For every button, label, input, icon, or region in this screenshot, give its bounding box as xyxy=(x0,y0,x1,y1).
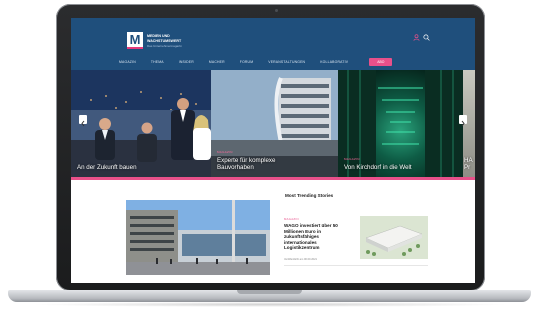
search-icon[interactable] xyxy=(423,34,430,41)
main-navigation: MAGAZIN THEMA INSIDER MACHER FORUM VERAN… xyxy=(119,57,393,67)
story-meta: Veröffentlicht am 00.00.2021 xyxy=(284,258,317,261)
nav-item-macher[interactable]: MACHER xyxy=(209,60,225,64)
slide-accent-bar xyxy=(463,177,475,180)
carousel-slide[interactable]: MAGAZIN Von Kirchdorf in die Welt xyxy=(338,70,463,180)
site-header: M MEDIEN UND WACHSTUMSWERT Das Unternehm… xyxy=(71,18,475,70)
logistics-center-render xyxy=(360,216,428,259)
story-title-link[interactable]: WAGO investiert über 50 Millionen Euro i… xyxy=(284,223,352,251)
slide-title[interactable]: Von Kirchdorf in die Welt xyxy=(344,164,412,171)
carousel-slide[interactable]: MAGAZIN Experte für komplexe Bauvorhaben xyxy=(211,70,338,180)
laptop-base-notch xyxy=(237,290,302,294)
user-icon[interactable] xyxy=(413,34,420,41)
site-logo[interactable]: M xyxy=(127,32,143,49)
story-thumbnail[interactable] xyxy=(360,216,428,259)
slide-title[interactable]: HA Pr xyxy=(464,157,475,171)
story-category: MAGAZIN xyxy=(284,217,299,221)
slide-category: MAGAZIN xyxy=(217,150,233,154)
building-photo xyxy=(126,200,270,275)
slide-title[interactable]: An der Zukunft bauen xyxy=(77,164,137,171)
slide-title[interactable]: Experte für komplexe Bauvorhaben xyxy=(217,157,313,171)
nav-cta-button[interactable]: ABO xyxy=(369,58,393,66)
divider xyxy=(284,265,428,266)
nav-item-kollaborativ[interactable]: KOLLABORATIV xyxy=(320,60,348,64)
nav-item-insider[interactable]: INSIDER xyxy=(179,60,194,64)
trending-section-title: Most Trending Stories xyxy=(285,193,334,198)
featured-story-image[interactable] xyxy=(126,200,270,275)
laptop-camera xyxy=(275,9,278,12)
chevron-right-icon xyxy=(461,120,465,127)
nav-item-veranstaltungen[interactable]: VERANSTALTUNGEN xyxy=(268,60,305,64)
browser-viewport: M MEDIEN UND WACHSTUMSWERT Das Unternehm… xyxy=(71,18,475,283)
logo-tagline: Das Unternehmermagazin xyxy=(147,44,183,48)
nav-item-magazin[interactable]: MAGAZIN xyxy=(119,60,136,64)
slide-accent-bar xyxy=(338,177,463,180)
nav-item-thema[interactable]: THEMA xyxy=(151,60,164,64)
chevron-left-icon xyxy=(81,120,85,127)
carousel-next-button[interactable] xyxy=(459,115,467,127)
carousel-prev-button[interactable] xyxy=(79,115,87,127)
nav-item-forum[interactable]: FORUM xyxy=(240,60,253,64)
logo-text-line-2: WACHSTUMSWERT xyxy=(147,39,182,43)
hero-carousel: An der Zukunft bauen MAGAZIN Experte für… xyxy=(71,70,475,180)
slide-accent-bar xyxy=(211,177,338,180)
carousel-slide[interactable]: An der Zukunft bauen xyxy=(71,70,211,180)
slide-category: MAGAZIN xyxy=(344,157,360,161)
logo-text-line-1: MEDIEN UND xyxy=(147,34,170,38)
laptop-shadow xyxy=(30,302,510,307)
slide-accent-bar xyxy=(71,177,211,180)
